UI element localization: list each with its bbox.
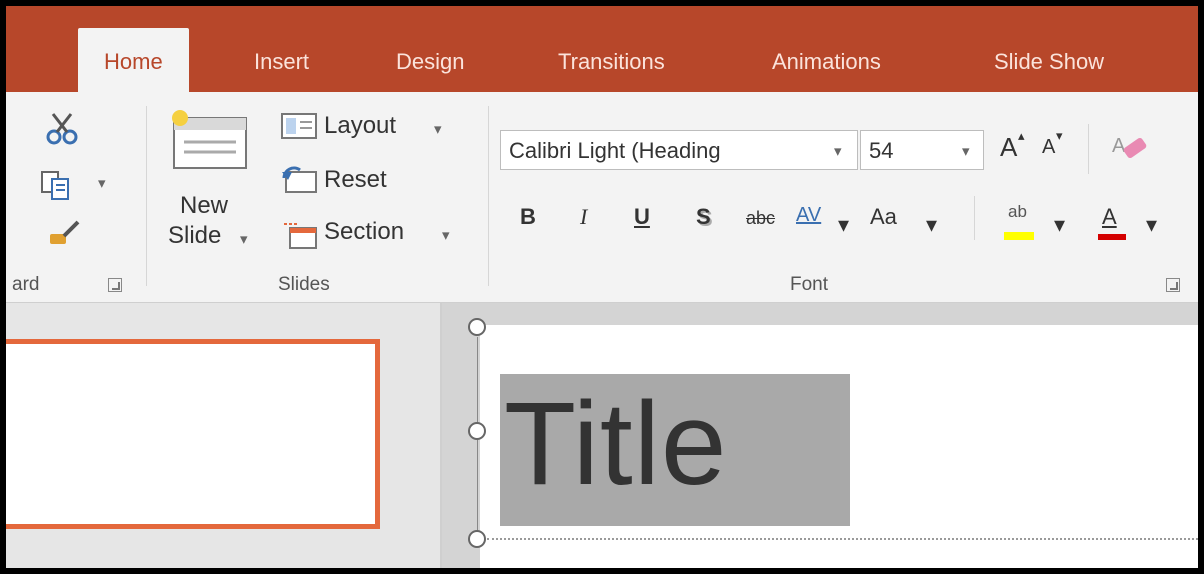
font-color-dropdown-arrow[interactable]: ▾ (1146, 212, 1157, 238)
new-slide-label-line1[interactable]: New (180, 192, 228, 220)
tab-design[interactable]: Design (396, 42, 464, 82)
section-dropdown-arrow[interactable]: ▾ (442, 226, 450, 244)
tab-slide-show[interactable]: Slide Show (994, 42, 1104, 82)
highlight-button[interactable]: ab (1008, 202, 1027, 222)
font-size-value: 54 (869, 138, 894, 163)
grow-font-button[interactable]: A (1000, 132, 1017, 163)
highlight-dropdown-arrow[interactable]: ▾ (1054, 212, 1065, 238)
layout-button[interactable]: Layout (324, 112, 396, 140)
section-icon[interactable] (284, 220, 320, 250)
slide-thumbnail-pane (6, 303, 440, 568)
slide-thumbnail-1[interactable] (6, 339, 380, 529)
svg-text:A: A (1112, 135, 1126, 157)
bold-button[interactable]: B (520, 204, 536, 230)
tab-transitions[interactable]: Transitions (558, 42, 665, 82)
tab-insert[interactable]: Insert (254, 42, 309, 82)
font-name-dropdown-arrow[interactable]: ▾ (834, 142, 842, 160)
resize-handle-bottom-left[interactable] (468, 530, 486, 548)
reset-button[interactable]: Reset (324, 166, 387, 194)
new-slide-label-line2[interactable]: Slide (168, 222, 221, 250)
change-case-button[interactable]: Aa (870, 204, 897, 230)
copy-dropdown-arrow[interactable]: ▾ (98, 174, 106, 192)
grow-font-arrow-icon: ▴ (1018, 128, 1025, 143)
font-dialog-launcher-icon[interactable] (1166, 278, 1180, 292)
font-color-swatch (1098, 234, 1126, 240)
character-spacing-dropdown-arrow[interactable]: ▾ (838, 212, 849, 238)
font-group-label: Font (790, 274, 829, 295)
copy-icon[interactable] (40, 170, 80, 202)
change-case-dropdown-arrow[interactable]: ▾ (926, 212, 937, 238)
resize-handle-top-left[interactable] (468, 318, 486, 336)
font-name-combo[interactable]: Calibri Light (Heading (500, 130, 858, 170)
section-button[interactable]: Section (324, 218, 404, 246)
tab-home[interactable]: Home (78, 28, 189, 92)
font-color-button[interactable]: A (1102, 204, 1117, 230)
new-slide-icon[interactable] (166, 108, 254, 172)
strikethrough-button[interactable]: abc (746, 208, 775, 229)
resize-handle-middle-left[interactable] (468, 422, 486, 440)
reset-icon[interactable] (280, 166, 320, 196)
text-shadow-button[interactable]: S (696, 204, 711, 230)
underline-button[interactable]: U (634, 204, 650, 230)
clipboard-group-label: ard (12, 274, 40, 295)
font-name-value: Calibri Light (Heading (509, 138, 721, 163)
character-spacing-button[interactable]: AV (796, 204, 821, 227)
cut-icon[interactable] (44, 110, 80, 146)
layout-dropdown-arrow[interactable]: ▾ (434, 120, 442, 138)
shrink-font-button[interactable]: A (1042, 136, 1055, 159)
placeholder-bottom-edge (487, 538, 1198, 540)
placeholder-left-edge (477, 337, 478, 543)
slide-title-text[interactable]: Title (504, 368, 728, 520)
ribbon: ▾ ard New Slide ▾ Layout ▾ Reset Section… (6, 92, 1198, 303)
layout-icon[interactable] (280, 112, 320, 142)
format-painter-icon[interactable] (46, 216, 82, 246)
italic-button[interactable]: I (580, 204, 587, 230)
slides-group-label: Slides (278, 274, 330, 295)
clear-formatting-icon[interactable]: A (1110, 130, 1150, 164)
ribbon-tab-bar: Home Insert Design Transitions Animation… (6, 6, 1198, 92)
new-slide-dropdown-arrow[interactable]: ▾ (240, 230, 248, 248)
highlight-color-swatch (1004, 232, 1034, 240)
tab-animations[interactable]: Animations (772, 42, 881, 82)
powerpoint-window: Home Insert Design Transitions Animation… (6, 6, 1198, 568)
clipboard-dialog-launcher-icon[interactable] (108, 278, 122, 292)
font-size-dropdown-arrow[interactable]: ▾ (962, 142, 970, 160)
shrink-font-arrow-icon: ▾ (1056, 128, 1063, 143)
